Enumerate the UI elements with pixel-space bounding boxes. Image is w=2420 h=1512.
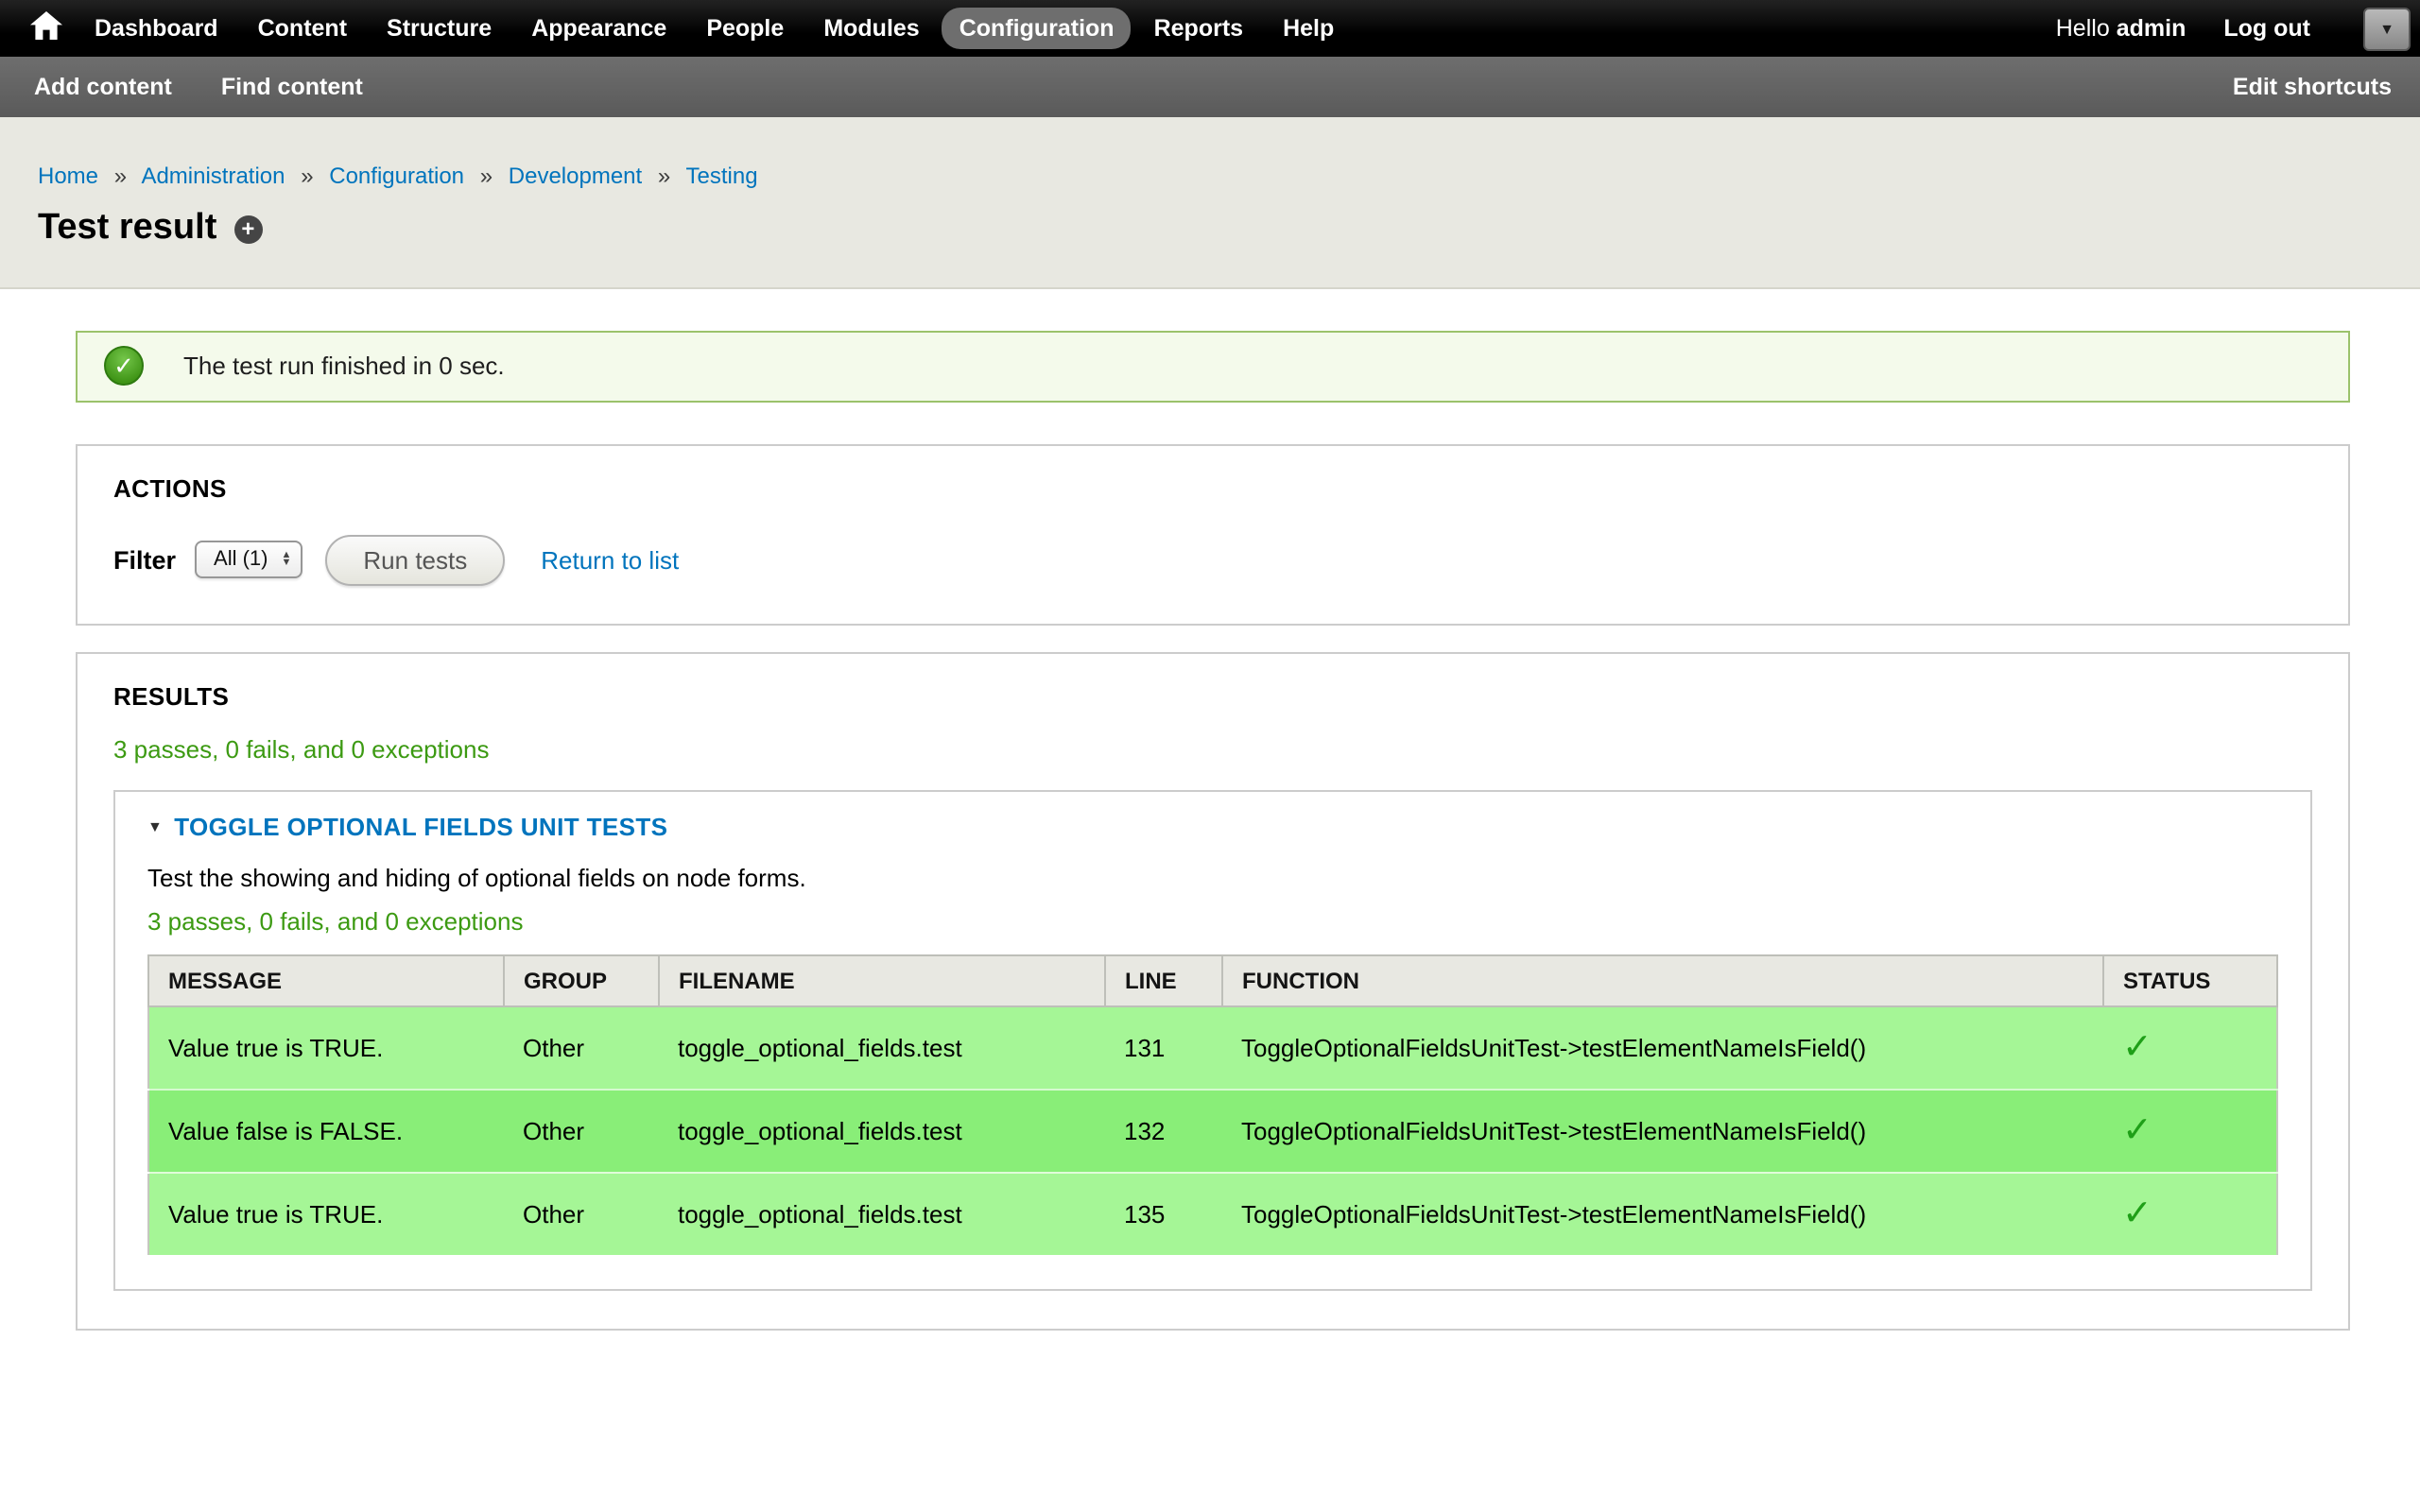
cell-status: ✓ [2103, 1006, 2277, 1090]
breadcrumb-separator: » [658, 163, 670, 189]
cell-group: Other [504, 1006, 659, 1090]
page-title: Test result [38, 210, 216, 249]
results-summary: 3 passes, 0 fails, and 0 exceptions [113, 735, 2312, 764]
actions-row: Filter All (1) ▲ ▼ Run tests Return to l… [113, 535, 2312, 586]
filter-select-value: All (1) [214, 549, 268, 572]
cell-message: Value false is FALSE. [148, 1090, 504, 1173]
column-header-message: MESSAGE [148, 955, 504, 1006]
username: admin [2117, 15, 2187, 42]
cell-line: 131 [1105, 1006, 1222, 1090]
cell-status: ✓ [2103, 1090, 2277, 1173]
return-to-list-link[interactable]: Return to list [541, 546, 679, 575]
pass-check-icon: ✓ [2122, 1194, 2152, 1234]
toolbar-item-people[interactable]: People [689, 8, 801, 49]
user-greeting: Hello admin [2056, 15, 2187, 42]
toolbar-item-structure[interactable]: Structure [370, 8, 509, 49]
column-header-status: STATUS [2103, 955, 2277, 1006]
cell-status: ✓ [2103, 1173, 2277, 1256]
status-message-text: The test run finished in 0 sec. [183, 352, 505, 381]
toolbar-item-help[interactable]: Help [1266, 8, 1351, 49]
cell-group: Other [504, 1173, 659, 1256]
admin-toolbar: Dashboard Content Structure Appearance P… [0, 0, 2420, 57]
home-icon [30, 11, 62, 45]
cell-filename: toggle_optional_fields.test [659, 1173, 1105, 1256]
main-content: ✓ The test run finished in 0 sec. ACTION… [0, 289, 2420, 1433]
edit-shortcuts-link[interactable]: Edit shortcuts [2233, 74, 2392, 100]
toolbar-item-reports[interactable]: Reports [1137, 8, 1260, 49]
column-header-group: GROUP [504, 955, 659, 1006]
arrow-down-icon: ▼ [282, 560, 292, 569]
breadcrumb-separator: » [301, 163, 313, 189]
column-header-filename: FILENAME [659, 955, 1105, 1006]
cell-filename: toggle_optional_fields.test [659, 1090, 1105, 1173]
greeting-prefix: Hello [2056, 15, 2110, 42]
status-ok-icon: ✓ [104, 347, 144, 387]
table-row: Value true is TRUE. Other toggle_optiona… [148, 1006, 2277, 1090]
cell-line: 135 [1105, 1173, 1222, 1256]
test-group-description: Test the showing and hiding of optional … [147, 864, 2278, 892]
toolbar-toggle-button[interactable]: ▼ [2363, 8, 2411, 51]
page-header: Home » Administration » Configuration » … [0, 117, 2420, 289]
cell-function: ToggleOptionalFieldsUnitTest->testElemen… [1222, 1173, 2103, 1256]
shortcut-add-content[interactable]: Add content [34, 74, 172, 100]
filter-select[interactable]: All (1) ▲ ▼ [195, 541, 302, 579]
toolbar-item-appearance[interactable]: Appearance [514, 8, 683, 49]
breadcrumb-link-home[interactable]: Home [38, 163, 98, 189]
select-arrows-icon: ▲ ▼ [282, 551, 292, 569]
breadcrumb-link-administration[interactable]: Administration [141, 163, 285, 189]
results-fieldset: RESULTS 3 passes, 0 fails, and 0 excepti… [76, 652, 2350, 1331]
actions-fieldset: ACTIONS Filter All (1) ▲ ▼ Run tests Ret… [76, 444, 2350, 626]
toolbar-item-configuration[interactable]: Configuration [942, 8, 1132, 49]
breadcrumb-separator: » [114, 163, 127, 189]
toolbar-item-modules[interactable]: Modules [806, 8, 936, 49]
cell-function: ToggleOptionalFieldsUnitTest->testElemen… [1222, 1006, 2103, 1090]
cell-line: 132 [1105, 1090, 1222, 1173]
cell-filename: toggle_optional_fields.test [659, 1006, 1105, 1090]
toolbar-item-dashboard[interactable]: Dashboard [78, 8, 235, 49]
plus-icon: + [241, 217, 254, 240]
table-header-row: MESSAGE GROUP FILENAME LINE FUNCTION STA… [148, 955, 2277, 1006]
shortcut-find-content[interactable]: Find content [221, 74, 363, 100]
shortcut-bar: Add content Find content Edit shortcuts [0, 57, 2420, 117]
breadcrumb: Home » Administration » Configuration » … [38, 163, 2382, 189]
toolbar-user-area: Hello admin Log out [2056, 15, 2310, 42]
status-message: ✓ The test run finished in 0 sec. [76, 331, 2350, 403]
actions-legend: ACTIONS [113, 474, 2312, 503]
toolbar-item-content[interactable]: Content [241, 8, 364, 49]
column-header-function: FUNCTION [1222, 955, 2103, 1006]
test-group-toggle-link[interactable]: ▼ TOGGLE OPTIONAL FIELDS UNIT TESTS [147, 813, 2278, 841]
breadcrumb-separator: » [480, 163, 493, 189]
breadcrumb-link-development[interactable]: Development [509, 163, 642, 189]
pass-check-icon: ✓ [2122, 1111, 2152, 1151]
test-group-fieldset: ▼ TOGGLE OPTIONAL FIELDS UNIT TESTS Test… [113, 790, 2312, 1291]
drupal-admin-screen: Dashboard Content Structure Appearance P… [0, 0, 2420, 1512]
table-row: Value true is TRUE. Other toggle_optiona… [148, 1173, 2277, 1256]
table-row: Value false is FALSE. Other toggle_optio… [148, 1090, 2277, 1173]
home-button[interactable] [15, 8, 78, 49]
logout-link[interactable]: Log out [2223, 15, 2310, 42]
toolbar-menu: Dashboard Content Structure Appearance P… [78, 8, 1351, 49]
collapse-arrow-icon: ▼ [147, 819, 163, 836]
results-table: MESSAGE GROUP FILENAME LINE FUNCTION STA… [147, 954, 2278, 1257]
results-legend: RESULTS [113, 682, 2312, 711]
pass-check-icon: ✓ [2122, 1028, 2152, 1068]
run-tests-button[interactable]: Run tests [325, 535, 505, 586]
filter-label: Filter [113, 546, 176, 575]
chevron-down-icon: ▼ [2379, 21, 2394, 38]
cell-message: Value true is TRUE. [148, 1173, 504, 1256]
cell-message: Value true is TRUE. [148, 1006, 504, 1090]
breadcrumb-link-testing[interactable]: Testing [686, 163, 758, 189]
breadcrumb-link-configuration[interactable]: Configuration [329, 163, 464, 189]
test-group-title: TOGGLE OPTIONAL FIELDS UNIT TESTS [174, 813, 667, 841]
check-icon: ✓ [113, 352, 134, 382]
cell-group: Other [504, 1090, 659, 1173]
page-title-row: Test result + [38, 210, 2382, 249]
column-header-line: LINE [1105, 955, 1222, 1006]
add-to-shortcuts-icon[interactable]: + [233, 215, 262, 244]
cell-function: ToggleOptionalFieldsUnitTest->testElemen… [1222, 1090, 2103, 1173]
test-group-summary: 3 passes, 0 fails, and 0 exceptions [147, 907, 2278, 936]
